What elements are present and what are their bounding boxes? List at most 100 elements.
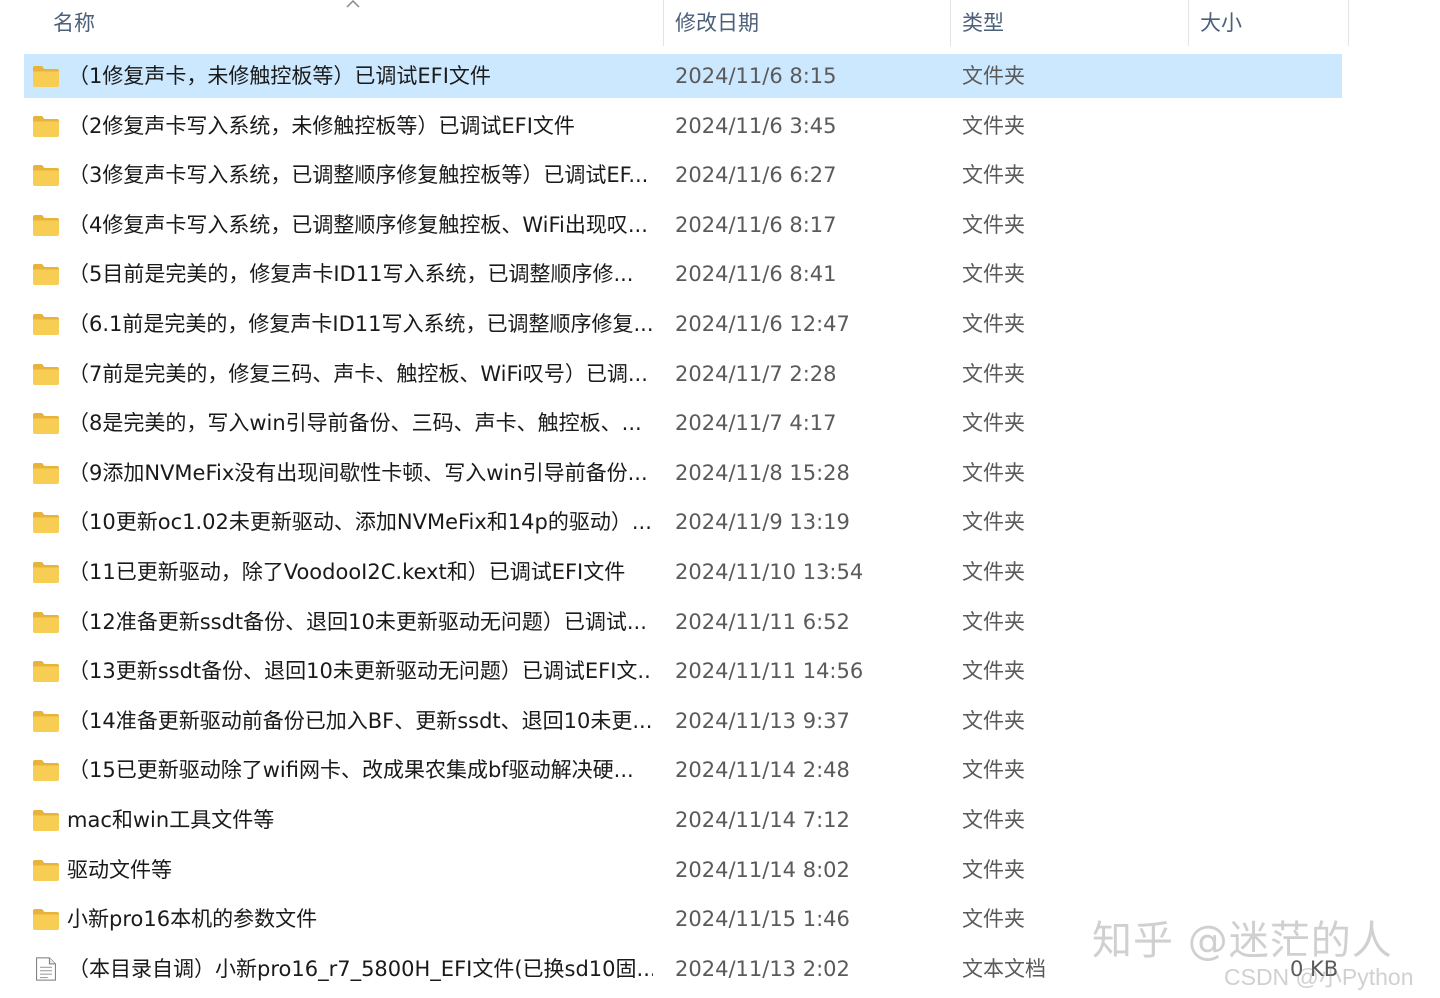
file-modified-date: 2024/11/14 8:02	[675, 858, 850, 882]
file-modified-date: 2024/11/13 9:37	[675, 709, 850, 733]
file-name[interactable]: （8是完美的，写入win引导前备份、三码、声卡、触控板、...	[68, 401, 653, 445]
file-modified-date: 2024/11/7 4:17	[675, 411, 837, 435]
column-header-date[interactable]: 修改日期	[675, 0, 759, 46]
file-name[interactable]: 驱动文件等	[67, 848, 652, 892]
file-row[interactable]: （15已更新驱动除了wifi网卡、改成果农集成bf驱动解决硬... 2024/11…	[24, 748, 1342, 792]
file-modified-date: 2024/11/6 8:17	[675, 213, 837, 237]
file-modified-date: 2024/11/14 7:12	[675, 808, 850, 832]
folder-icon	[32, 610, 60, 634]
folder-icon	[32, 659, 60, 683]
file-modified-date: 2024/11/6 12:47	[675, 312, 850, 336]
file-row[interactable]: （3修复声卡写入系统，已调整顺序修复触控板等）已调试EF... 2024/11/6…	[24, 153, 1342, 197]
file-name[interactable]: （13更新ssdt备份、退回10未更新驱动无问题）已调试EFI文...	[68, 649, 653, 693]
file-row[interactable]: （8是完美的，写入win引导前备份、三码、声卡、触控板、... 2024/11/7…	[24, 401, 1342, 445]
text-file-icon	[34, 955, 62, 981]
file-modified-date: 2024/11/10 13:54	[675, 560, 864, 584]
file-row[interactable]: （1修复声卡，未修触控板等）已调试EFI文件 2024/11/6 8:15 文件夹	[24, 54, 1342, 98]
file-type: 文件夹	[962, 362, 1025, 386]
folder-icon	[32, 461, 60, 485]
file-modified-date: 2024/11/11 14:56	[675, 659, 864, 683]
file-type: 文件夹	[962, 163, 1025, 187]
file-modified-date: 2024/11/13 2:02	[675, 957, 850, 981]
folder-icon	[32, 213, 60, 237]
folder-icon	[32, 808, 60, 832]
folder-icon	[32, 362, 60, 386]
file-type: 文件夹	[962, 64, 1025, 88]
file-modified-date: 2024/11/7 2:28	[675, 362, 837, 386]
file-modified-date: 2024/11/8 15:28	[675, 461, 850, 485]
file-row[interactable]: （11已更新驱动，除了VoodooI2C.kext和）已调试EFI文件 2024/…	[24, 550, 1342, 594]
folder-icon	[32, 163, 60, 187]
column-divider[interactable]	[1348, 0, 1349, 46]
file-type: 文本文档	[962, 957, 1046, 981]
file-name[interactable]: （本目录自调）小新pro16_r7_5800H_EFI文件(已换sd10固...	[68, 947, 653, 991]
file-row[interactable]: （12准备更新ssdt备份、退回10未更新驱动无问题）已调试... 2024/11…	[24, 600, 1342, 644]
file-name[interactable]: （4修复声卡写入系统，已调整顺序修复触控板、WiFi出现叹...	[68, 203, 653, 247]
column-divider[interactable]	[1188, 0, 1189, 46]
column-divider[interactable]	[950, 0, 951, 46]
file-type: 文件夹	[962, 262, 1025, 286]
file-name[interactable]: （1修复声卡，未修触控板等）已调试EFI文件	[68, 54, 653, 98]
folder-icon	[32, 510, 60, 534]
file-modified-date: 2024/11/14 2:48	[675, 758, 850, 782]
file-type: 文件夹	[962, 461, 1025, 485]
file-type: 文件夹	[962, 610, 1025, 634]
file-name[interactable]: （14准备更新驱动前备份已加入BF、更新ssdt、退回10未更...	[68, 699, 653, 743]
sort-ascending-icon	[346, 0, 360, 8]
file-row[interactable]: （4修复声卡写入系统，已调整顺序修复触控板、WiFi出现叹... 2024/11/…	[24, 203, 1342, 247]
file-row[interactable]: mac和win工具文件等 2024/11/14 7:12 文件夹	[24, 798, 1342, 842]
file-row[interactable]: （9添加NVMeFix没有出现间歇性卡顿、写入win引导前备份... 2024/1…	[24, 451, 1342, 495]
folder-icon	[32, 312, 60, 336]
file-name[interactable]: （5目前是完美的，修复声卡ID11写入系统，已调整顺序修...	[68, 252, 653, 296]
file-name[interactable]: （9添加NVMeFix没有出现间歇性卡顿、写入win引导前备份...	[68, 451, 653, 495]
file-type: 文件夹	[962, 758, 1025, 782]
file-modified-date: 2024/11/6 6:27	[675, 163, 837, 187]
file-type: 文件夹	[962, 411, 1025, 435]
file-type: 文件夹	[962, 808, 1025, 832]
folder-icon	[32, 907, 60, 931]
file-row[interactable]: （7前是完美的，修复三码、声卡、触控板、WiFi叹号）已调... 2024/11/…	[24, 352, 1342, 396]
folder-icon	[32, 64, 60, 88]
file-name[interactable]: （2修复声卡写入系统，未修触控板等）已调试EFI文件	[68, 104, 653, 148]
file-row[interactable]: （13更新ssdt备份、退回10未更新驱动无问题）已调试EFI文... 2024/…	[24, 649, 1342, 693]
file-modified-date: 2024/11/9 13:19	[675, 510, 850, 534]
file-row[interactable]: 驱动文件等 2024/11/14 8:02 文件夹	[24, 848, 1342, 892]
file-type: 文件夹	[962, 858, 1025, 882]
file-type: 文件夹	[962, 659, 1025, 683]
file-row[interactable]: （5目前是完美的，修复声卡ID11写入系统，已调整顺序修... 2024/11/6…	[24, 252, 1342, 296]
file-name[interactable]: （15已更新驱动除了wifi网卡、改成果农集成bf驱动解决硬...	[68, 748, 653, 792]
folder-icon	[32, 262, 60, 286]
file-type: 文件夹	[962, 114, 1025, 138]
file-name[interactable]: （6.1前是完美的，修复声卡ID11写入系统，已调整顺序修复...	[68, 302, 653, 346]
file-type: 文件夹	[962, 709, 1025, 733]
file-modified-date: 2024/11/6 8:41	[675, 262, 837, 286]
file-name[interactable]: mac和win工具文件等	[67, 798, 652, 842]
folder-icon	[32, 858, 60, 882]
file-modified-date: 2024/11/11 6:52	[675, 610, 850, 634]
file-modified-date: 2024/11/6 3:45	[675, 114, 837, 138]
folder-icon	[32, 560, 60, 584]
column-divider[interactable]	[663, 0, 664, 46]
file-row[interactable]: （2修复声卡写入系统，未修触控板等）已调试EFI文件 2024/11/6 3:45…	[24, 104, 1342, 148]
file-type: 文件夹	[962, 312, 1025, 336]
file-name[interactable]: （3修复声卡写入系统，已调整顺序修复触控板等）已调试EF...	[68, 153, 653, 197]
file-type: 文件夹	[962, 907, 1025, 931]
file-name[interactable]: （11已更新驱动，除了VoodooI2C.kext和）已调试EFI文件	[68, 550, 653, 594]
file-name[interactable]: （10更新oc1.02未更新驱动、添加NVMeFix和14p的驱动）...	[68, 500, 653, 544]
file-name[interactable]: 小新pro16本机的参数文件	[67, 897, 652, 941]
file-row[interactable]: （10更新oc1.02未更新驱动、添加NVMeFix和14p的驱动）... 202…	[24, 500, 1342, 544]
folder-icon	[32, 114, 60, 138]
file-row[interactable]: （14准备更新驱动前备份已加入BF、更新ssdt、退回10未更... 2024/1…	[24, 699, 1342, 743]
file-type: 文件夹	[962, 510, 1025, 534]
column-header-type[interactable]: 类型	[962, 0, 1004, 46]
column-header-bar: 名称 修改日期 类型 大小	[0, 0, 1440, 46]
file-name[interactable]: （7前是完美的，修复三码、声卡、触控板、WiFi叹号）已调...	[68, 352, 653, 396]
folder-icon	[32, 758, 60, 782]
file-row[interactable]: （6.1前是完美的，修复声卡ID11写入系统，已调整顺序修复... 2024/11…	[24, 302, 1342, 346]
file-name[interactable]: （12准备更新ssdt备份、退回10未更新驱动无问题）已调试...	[68, 600, 653, 644]
watermark-csdn: CSDN @小Python	[1224, 964, 1414, 990]
column-header-size[interactable]: 大小	[1200, 0, 1242, 46]
file-modified-date: 2024/11/6 8:15	[675, 64, 837, 88]
column-header-name[interactable]: 名称	[53, 0, 95, 46]
file-modified-date: 2024/11/15 1:46	[675, 907, 850, 931]
